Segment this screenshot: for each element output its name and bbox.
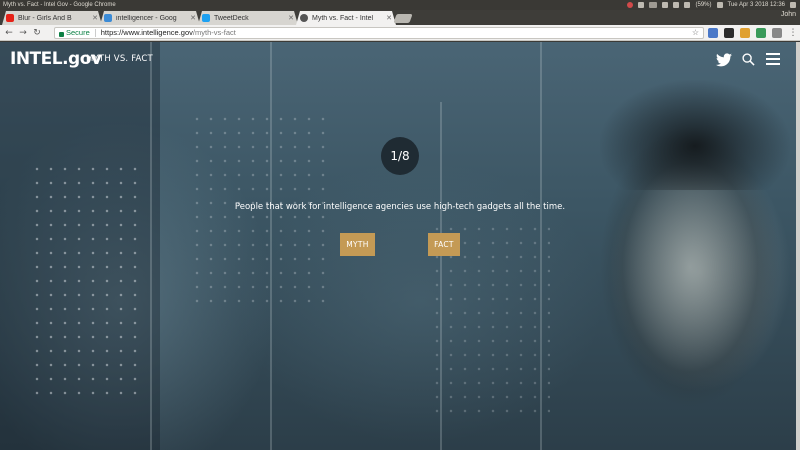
intel-favicon-icon	[300, 14, 308, 22]
os-top-bar: Myth vs. Fact - Intel Gov - Google Chrom…	[0, 0, 800, 10]
bookmark-star-icon[interactable]: ☆	[692, 28, 699, 38]
tab-intelligencer[interactable]: intelligencer - Goog ✕	[100, 11, 200, 25]
background-cable	[440, 102, 442, 450]
bluetooth-icon[interactable]	[662, 2, 669, 8]
tab-label: Myth vs. Fact - Intel	[312, 14, 374, 22]
background-leds	[30, 162, 140, 402]
browser-toolbar: ← → ↻ Secure https://www.intelligence.go…	[0, 25, 800, 41]
address-bar[interactable]: Secure https://www.intelligence.gov/myth…	[54, 27, 704, 39]
dropbox-icon[interactable]	[638, 2, 645, 8]
power-gear-icon[interactable]	[790, 2, 796, 8]
fact-button[interactable]: FACT	[428, 233, 460, 256]
background-cable	[540, 42, 542, 450]
extension-4-icon[interactable]	[756, 28, 766, 38]
clock[interactable]: Tue Apr 3 2018 12:36	[728, 0, 786, 10]
question-counter: 1/8	[381, 137, 419, 175]
tab-label: Blur - Girls And B	[18, 14, 72, 22]
extension-2-icon[interactable]	[724, 28, 734, 38]
tab-label: intelligencer - Goog	[116, 14, 177, 22]
search-icon[interactable]	[742, 53, 755, 66]
tab-tweetdeck[interactable]: TweetDeck ✕	[198, 11, 298, 25]
tab-myth-vs-fact[interactable]: Myth vs. Fact - Intel ✕	[296, 11, 396, 25]
url-path: /myth-vs-fact	[192, 28, 236, 37]
divider	[94, 29, 96, 37]
url-host: https://www.intelligence.gov	[100, 28, 193, 37]
section-title: MYTH VS. FACT	[86, 54, 153, 64]
tweetdeck-favicon-icon	[202, 14, 210, 22]
extension-3-icon[interactable]	[740, 28, 750, 38]
close-tab-icon[interactable]: ✕	[386, 14, 392, 22]
page-content: INTEL.gov MYTH VS. FACT 1/8 People that …	[0, 42, 800, 450]
keyboard-layout-icon[interactable]	[649, 2, 658, 8]
secure-indicator[interactable]: Secure	[59, 28, 90, 38]
tab-label: TweetDeck	[214, 14, 249, 22]
network-icon[interactable]	[673, 2, 680, 8]
forward-arrow-icon[interactable]: →	[16, 28, 30, 38]
background-leds	[190, 112, 330, 312]
myth-button[interactable]: MYTH	[340, 233, 375, 256]
volume-icon[interactable]	[716, 2, 723, 8]
question-text: People that work for intelligence agenci…	[234, 202, 566, 212]
extension-1-icon[interactable]	[708, 28, 718, 38]
new-tab-button[interactable]	[393, 14, 413, 23]
close-tab-icon[interactable]: ✕	[190, 14, 196, 22]
background-person-hair	[600, 80, 790, 190]
battery-percent: (59%)	[695, 2, 712, 8]
site-header: INTEL.gov MYTH VS. FACT	[0, 42, 800, 82]
hamburger-menu-icon[interactable]	[766, 53, 780, 65]
secure-label: Secure	[66, 28, 90, 37]
battery-icon[interactable]	[684, 2, 691, 8]
os-indicators: (59%) Tue Apr 3 2018 12:36	[627, 0, 796, 10]
notification-icon[interactable]	[627, 2, 634, 8]
profile-name[interactable]: John	[781, 11, 796, 18]
youtube-favicon-icon	[6, 14, 14, 22]
reload-icon[interactable]: ↻	[30, 28, 44, 38]
lock-icon	[59, 31, 64, 37]
chrome-menu-icon[interactable]: ⋮	[786, 28, 800, 38]
window-title: Myth vs. Fact - Intel Gov - Google Chrom…	[3, 2, 116, 8]
scrollbar[interactable]	[796, 42, 800, 450]
back-arrow-icon[interactable]: ←	[2, 28, 16, 38]
close-tab-icon[interactable]: ✕	[288, 14, 294, 22]
background-cable	[150, 42, 152, 450]
twitter-icon[interactable]	[716, 53, 732, 67]
drive-favicon-icon	[104, 14, 112, 22]
background-cable	[270, 42, 272, 450]
extension-5-icon[interactable]	[772, 28, 782, 38]
tab-blur[interactable]: Blur - Girls And B ✕	[2, 11, 102, 25]
tab-strip: Blur - Girls And B ✕ intelligencer - Goo…	[0, 10, 800, 25]
close-tab-icon[interactable]: ✕	[92, 14, 98, 22]
